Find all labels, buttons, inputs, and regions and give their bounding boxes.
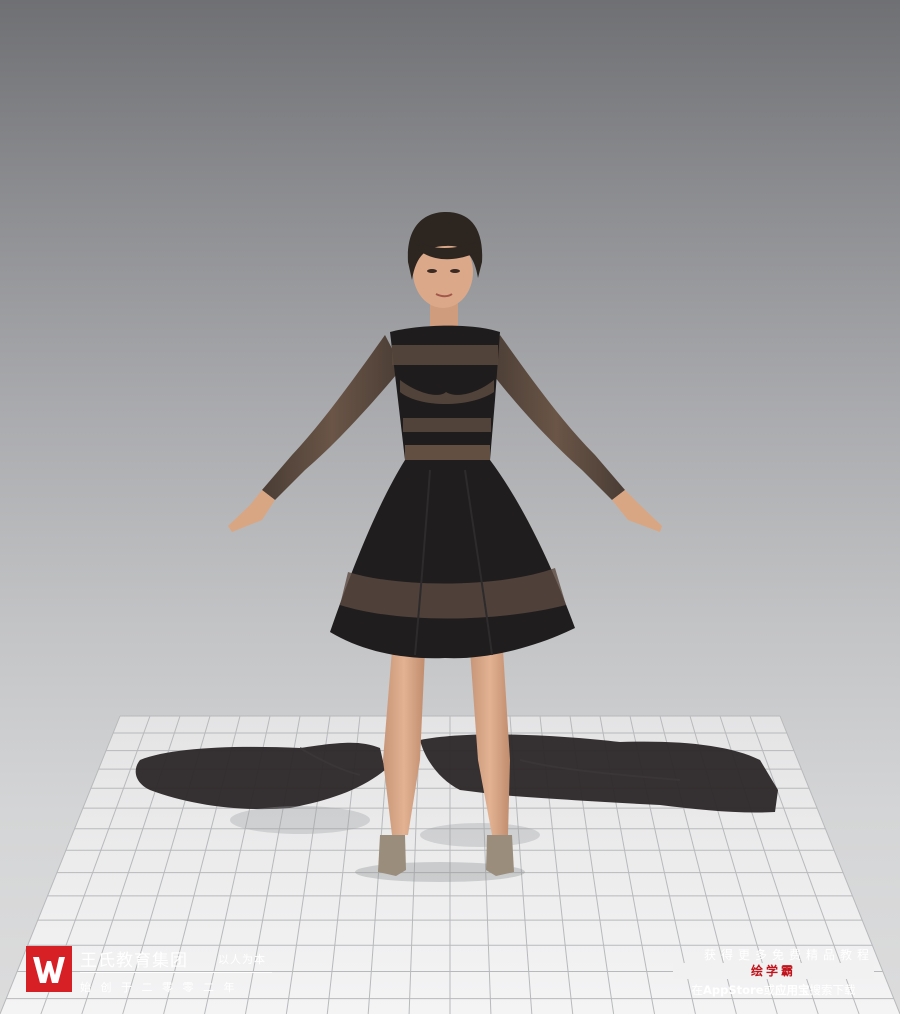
brand-slogan: 以人为本 [218,953,266,966]
promo-banner: 绘学霸 [673,963,874,979]
brand-name: 王氏教育集团 [80,951,188,971]
3d-scene[interactable] [0,0,900,1014]
brand-logo [26,946,72,992]
w-logo-icon [33,957,65,983]
brand-founded: 始创于二零零二年 [80,981,244,994]
promo-download-hint: 在AppStore或应用宝搜索下载 [691,983,856,997]
promo-headline: 获得更多免费精品教程 [703,948,874,962]
3d-viewport[interactable]: 王氏教育集团 以人为本 始创于二零零二年 获得更多免费精品教程 绘学霸 在App… [0,0,900,1014]
brand-divider [80,972,272,973]
